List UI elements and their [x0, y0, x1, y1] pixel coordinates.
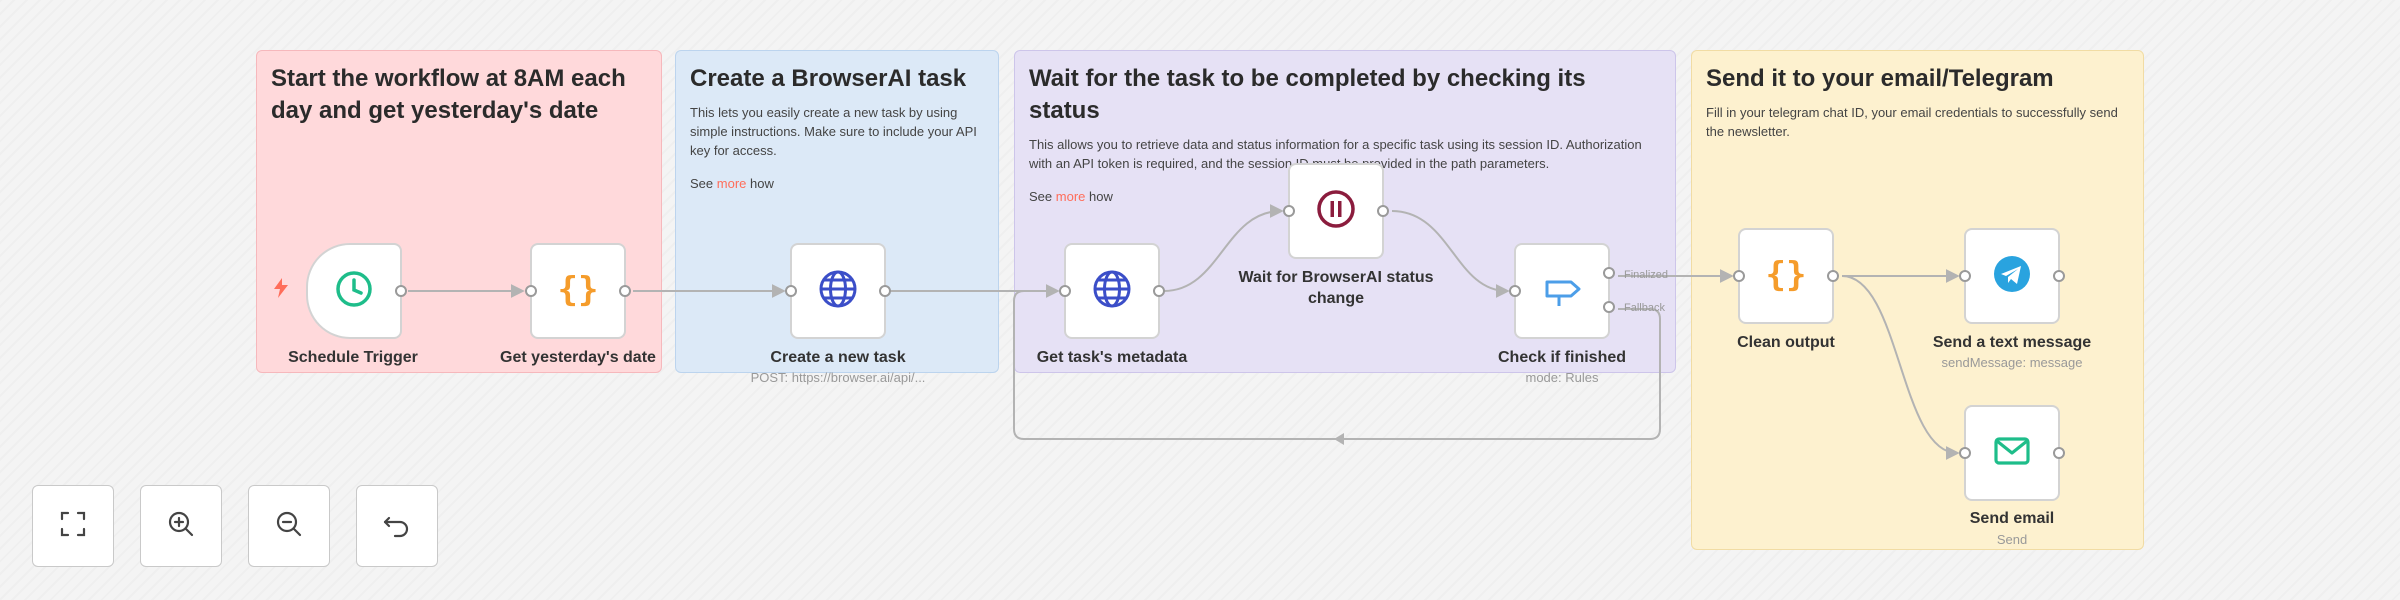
globe-icon — [1091, 268, 1133, 315]
input-port[interactable] — [1283, 205, 1295, 217]
code-braces-icon: {} — [1764, 254, 1808, 299]
zoom-in-button[interactable] — [140, 485, 222, 567]
node-label: Check if finished — [1497, 349, 1627, 366]
node-check-if-finished[interactable] — [1509, 243, 1615, 339]
zoom-in-icon — [165, 508, 197, 545]
pause-icon — [1315, 188, 1357, 235]
signpost-icon — [1541, 268, 1583, 315]
output-port[interactable] — [1827, 270, 1839, 282]
output-port[interactable] — [1377, 205, 1389, 217]
node-subtitle: mode: Rules — [1525, 370, 1599, 385]
node-subtitle: Send — [1996, 532, 2028, 547]
output-port[interactable] — [395, 285, 407, 297]
fit-view-icon — [57, 508, 89, 545]
node-label: Get yesterday's date — [500, 349, 656, 366]
node-label: Clean output — [1737, 334, 1835, 351]
node-send-email[interactable] — [1959, 405, 2065, 501]
globe-icon — [817, 268, 859, 315]
zoom-out-icon — [273, 508, 305, 545]
reset-zoom-button[interactable] — [356, 485, 438, 567]
fit-view-button[interactable] — [32, 485, 114, 567]
node-label: Schedule Trigger — [288, 349, 418, 366]
output-port[interactable] — [2053, 270, 2065, 282]
svg-text:{}: {} — [558, 270, 599, 309]
node-send-telegram-message[interactable] — [1959, 228, 2065, 324]
undo-icon — [381, 508, 413, 545]
workflow-canvas[interactable]: Start the workflow at 8AM each day and g… — [0, 0, 2400, 600]
input-port[interactable] — [1509, 285, 1521, 297]
code-braces-icon: {} — [556, 269, 600, 314]
branch-label-finalized: Finalized — [1624, 269, 1669, 281]
input-port[interactable] — [785, 285, 797, 297]
node-schedule-trigger[interactable] — [306, 243, 407, 339]
input-port[interactable] — [1733, 270, 1745, 282]
clock-icon — [334, 269, 374, 314]
input-port[interactable] — [1959, 447, 1971, 459]
node-label: Send email — [1969, 510, 2055, 527]
node-label: Send a text message — [1932, 334, 2092, 351]
zoom-out-button[interactable] — [248, 485, 330, 567]
loop-arrow — [1334, 433, 1344, 445]
trigger-bolt-icon — [273, 278, 289, 304]
node-get-task-metadata[interactable] — [1059, 243, 1165, 339]
node-wait-status-change[interactable] — [1283, 163, 1389, 259]
telegram-icon — [1991, 253, 2033, 300]
output-port[interactable] — [2053, 447, 2065, 459]
output-port[interactable] — [879, 285, 891, 297]
node-create-new-task[interactable] — [785, 243, 891, 339]
node-clean-output[interactable]: {} — [1733, 228, 1839, 324]
input-port[interactable] — [1959, 270, 1971, 282]
node-subtitle: POST: https://browser.ai/api/... — [750, 370, 926, 385]
output-port[interactable] — [619, 285, 631, 297]
output-port-fallback[interactable] — [1603, 300, 1615, 313]
envelope-icon — [1991, 430, 2033, 477]
node-label: Create a new task — [770, 349, 906, 366]
output-port-finalized[interactable] — [1603, 266, 1615, 279]
node-get-yesterday-date[interactable]: {} — [525, 243, 631, 339]
node-label: Get task's metadata — [1036, 349, 1188, 366]
branch-label-fallback: Fallback — [1624, 302, 1665, 314]
output-port[interactable] — [1153, 285, 1165, 297]
svg-text:{}: {} — [1766, 255, 1807, 294]
input-port[interactable] — [525, 285, 537, 297]
node-label: Wait for BrowserAI status change — [1238, 269, 1434, 307]
node-subtitle: sendMessage: message — [1941, 355, 2083, 370]
input-port[interactable] — [1059, 285, 1071, 297]
